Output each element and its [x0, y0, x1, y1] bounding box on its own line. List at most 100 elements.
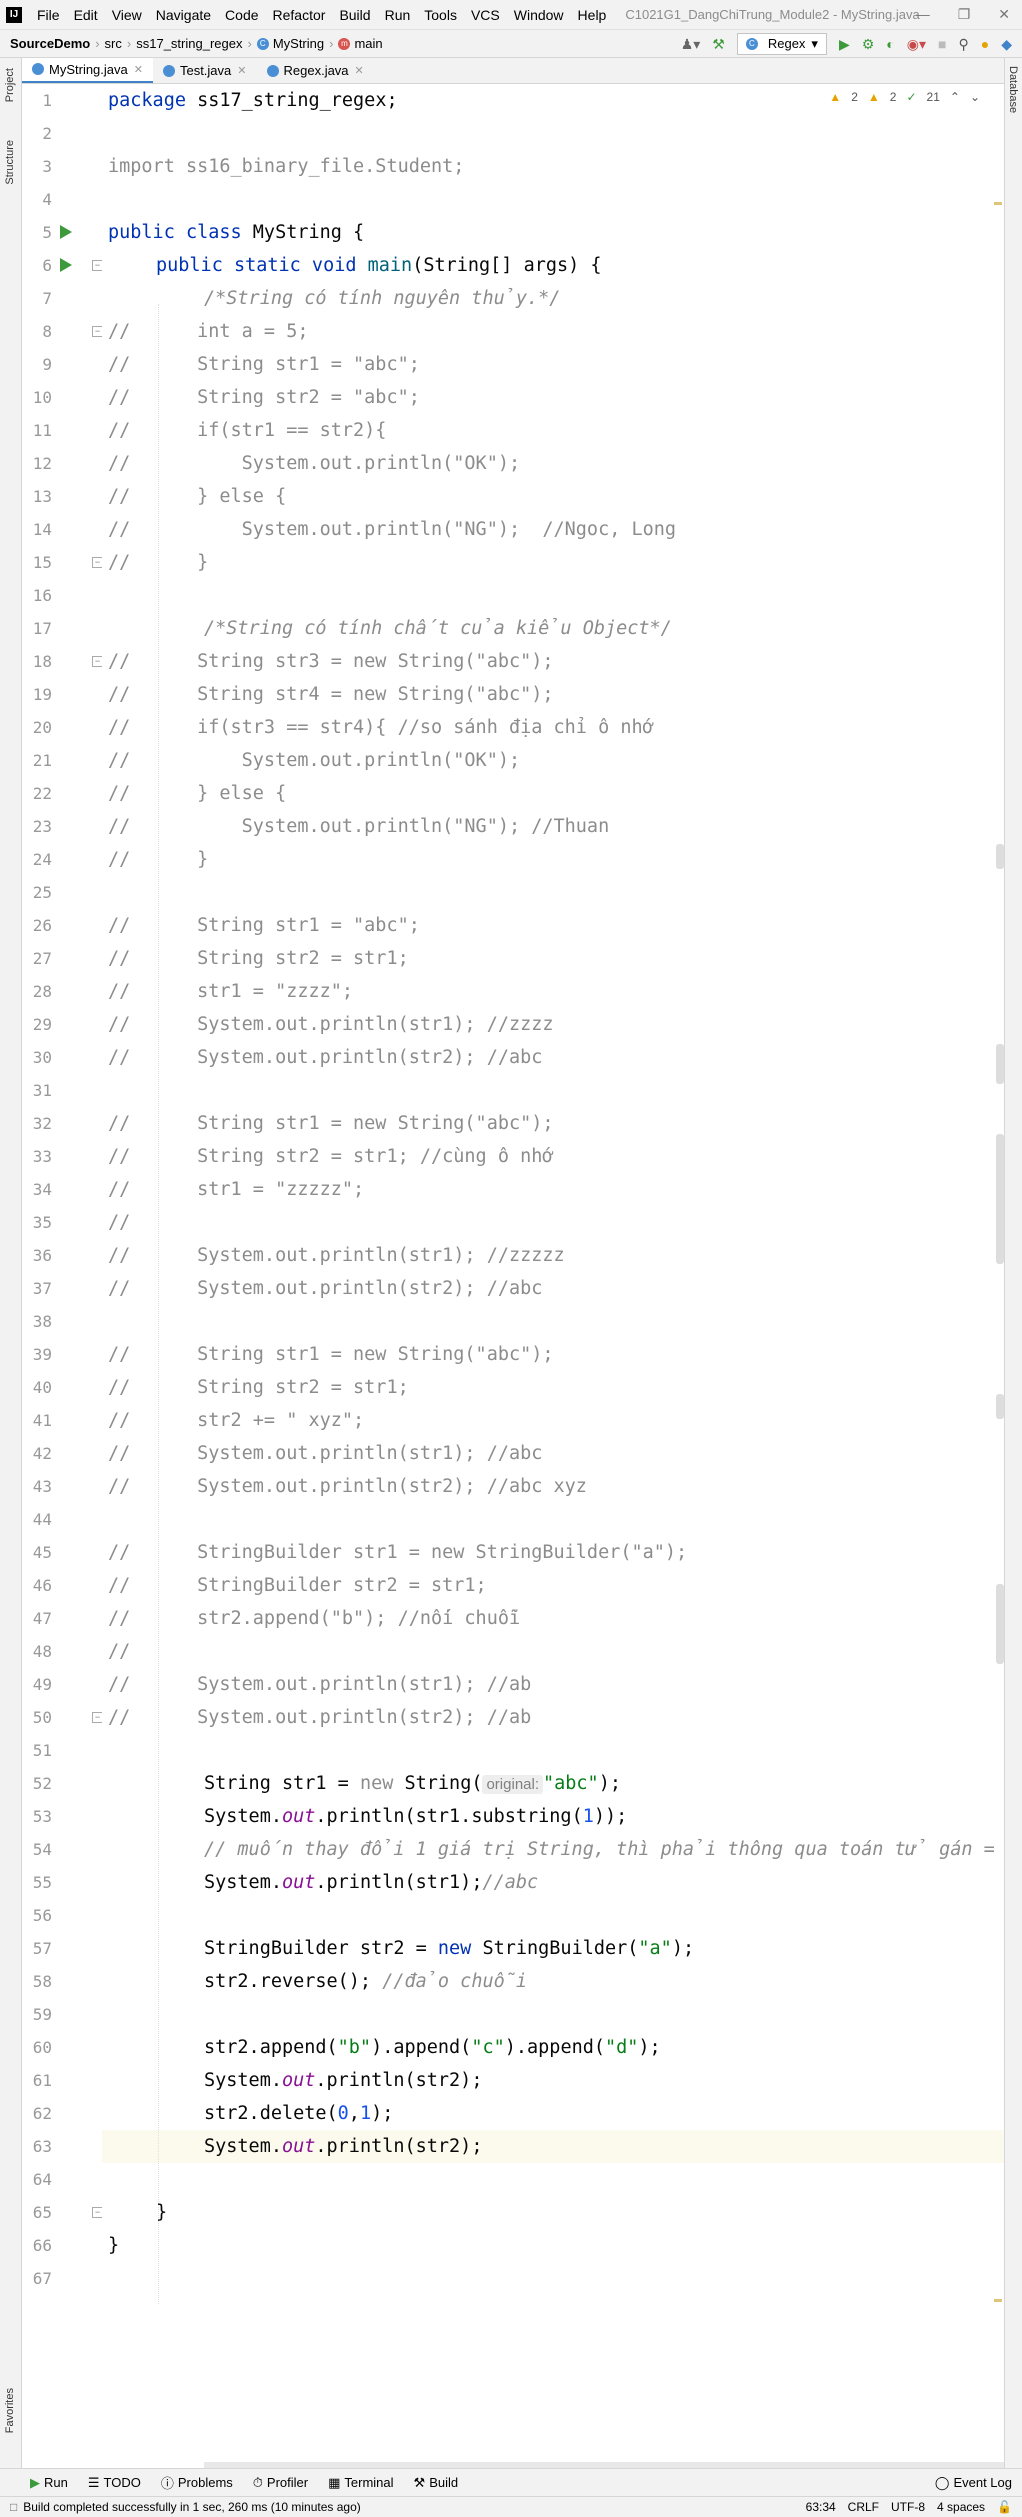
- menu-file[interactable]: File: [30, 7, 67, 23]
- tab-label: MyString.java: [49, 61, 128, 77]
- file-encoding[interactable]: UTF-8: [891, 2500, 925, 2514]
- code-line: System.out.println(str2);: [204, 2130, 482, 2163]
- line-number: 6: [42, 256, 52, 275]
- menu-refactor[interactable]: Refactor: [266, 7, 333, 23]
- line-number: 59: [32, 2005, 52, 2024]
- tab-mystring[interactable]: MyString.java ✕: [22, 58, 153, 83]
- run-config-select[interactable]: C Regex ▾: [736, 32, 827, 55]
- indent-setting[interactable]: 4 spaces: [937, 2500, 985, 2514]
- line-separator[interactable]: CRLF: [848, 2500, 879, 2514]
- code-line: // }: [108, 552, 209, 573]
- run-class-icon[interactable]: [60, 225, 72, 239]
- structure-tool-button[interactable]: Structure: [4, 140, 16, 185]
- coverage-icon[interactable]: ◐: [886, 37, 894, 51]
- event-log-button[interactable]: ◯ Event Log: [935, 2475, 1012, 2491]
- code-line: public static void main(String[] args) {: [156, 249, 602, 282]
- line-number: 22: [32, 784, 52, 803]
- line-number: 25: [32, 883, 52, 902]
- profiler-tool-button[interactable]: ⏱ Profiler: [253, 2475, 308, 2491]
- user-icon[interactable]: ♟▾: [681, 37, 701, 51]
- line-number: 67: [32, 2269, 52, 2288]
- line-number: 3: [42, 157, 52, 176]
- status-message[interactable]: Build completed successfully in 1 sec, 2…: [23, 2500, 361, 2514]
- menu-edit[interactable]: Edit: [67, 7, 105, 23]
- stop-icon[interactable]: ■: [938, 37, 946, 51]
- close-icon[interactable]: ✕: [134, 63, 143, 76]
- code-line: // muốn thay đổi 1 giá trị String, thì p…: [204, 1839, 995, 1860]
- code-editor[interactable]: ▲ 2 ▲ 2 ✓ 21 ⌃ ⌄ package ss17_string_regex;…: [102, 84, 1004, 2468]
- profile-icon[interactable]: ◉▾: [907, 37, 926, 51]
- tab-test[interactable]: Test.java ✕: [153, 58, 257, 83]
- chevron-up-icon[interactable]: ⌃: [950, 90, 960, 104]
- scrollbar-markers[interactable]: [992, 84, 1004, 2468]
- menu-build[interactable]: Build: [332, 7, 377, 23]
- breadcrumb-package[interactable]: ss17_string_regex: [136, 36, 242, 51]
- terminal-tool-button[interactable]: ▦ Terminal: [328, 2475, 393, 2491]
- line-number: 21: [32, 751, 52, 770]
- keyword: public class: [108, 222, 253, 243]
- menu-window[interactable]: Window: [507, 7, 571, 23]
- code-text: );: [638, 2037, 661, 2058]
- code-text: ).append(: [504, 2037, 605, 2058]
- code-text: System.: [204, 1806, 282, 1827]
- list-icon: ☰: [87, 2474, 100, 2490]
- line-number: 23: [32, 817, 52, 836]
- database-tool-button[interactable]: Database: [1007, 66, 1019, 113]
- code-line: str2.append("b").append("c").append("d")…: [204, 2031, 661, 2064]
- string-literal: "b": [337, 2037, 372, 2058]
- chevron-right-icon: ›: [247, 36, 252, 51]
- menu-code[interactable]: Code: [218, 7, 265, 23]
- menu-tools[interactable]: Tools: [417, 7, 464, 23]
- breadcrumb-method[interactable]: main: [354, 36, 382, 51]
- menu-help[interactable]: Help: [571, 7, 614, 23]
- menu-vcs[interactable]: VCS: [464, 7, 507, 23]
- warning-marker[interactable]: [994, 202, 1002, 205]
- line-number: 36: [32, 1246, 52, 1265]
- favorites-tool-button[interactable]: Favorites: [4, 2388, 16, 2433]
- todo-tool-button[interactable]: ☰ TODO: [88, 2475, 141, 2491]
- menu-view[interactable]: View: [105, 7, 149, 23]
- code-text: ).append(: [371, 2037, 472, 2058]
- line-number: 40: [32, 1378, 52, 1397]
- problems-tool-button[interactable]: ⓘ Problems: [161, 2473, 233, 2492]
- ide-logo-icon[interactable]: ◆: [1001, 37, 1012, 51]
- run-main-icon[interactable]: [60, 258, 72, 272]
- code-text: System.: [204, 2070, 282, 2091]
- project-tool-button[interactable]: Project: [4, 68, 16, 102]
- search-icon[interactable]: ⚲: [958, 37, 968, 51]
- build-tool-button[interactable]: ⚒ Build: [414, 2475, 459, 2491]
- menu-navigate[interactable]: Navigate: [149, 7, 218, 23]
- close-icon[interactable]: ✕: [355, 64, 364, 77]
- run-icon[interactable]: ▶: [839, 37, 850, 51]
- minimize-icon[interactable]: —: [916, 6, 930, 23]
- hammer-icon[interactable]: ⚒: [712, 37, 725, 51]
- line-number: 16: [32, 586, 52, 605]
- code-line: // System.out.println(str1); //zzzz: [108, 1014, 554, 1035]
- debug-icon[interactable]: ⚙: [862, 37, 875, 51]
- tool-label: Run: [44, 2475, 68, 2490]
- code-line: // System.out.println(str1); //zzzzz: [108, 1245, 565, 1266]
- line-number: 38: [32, 1312, 52, 1331]
- update-icon[interactable]: ●: [981, 37, 989, 51]
- breadcrumb-project[interactable]: SourceDemo: [10, 36, 90, 51]
- tab-regex[interactable]: Regex.java ✕: [257, 58, 374, 83]
- breadcrumb-src[interactable]: src: [105, 36, 122, 51]
- caret-position[interactable]: 63:34: [806, 2500, 836, 2514]
- code-text: ));: [593, 1806, 628, 1827]
- chevron-down-icon: ▾: [811, 35, 818, 51]
- chevron-down-icon[interactable]: ⌄: [970, 90, 980, 104]
- warning-marker[interactable]: [994, 2299, 1002, 2302]
- maximize-icon[interactable]: ❐: [958, 6, 971, 23]
- lock-icon[interactable]: 🔓: [997, 2500, 1012, 2514]
- inspection-widget[interactable]: ▲ 2 ▲ 2 ✓ 21 ⌃ ⌄: [829, 90, 980, 104]
- code-line: // String str1 = new String("abc");: [108, 1113, 554, 1134]
- close-icon[interactable]: ✕: [237, 64, 246, 77]
- code-text: System.: [204, 1872, 282, 1893]
- terminal-icon: ▦: [328, 2474, 341, 2490]
- code-line: // System.out.println(str1); //abc: [108, 1443, 543, 1464]
- line-number: 42: [32, 1444, 52, 1463]
- menu-run[interactable]: Run: [378, 7, 418, 23]
- close-icon[interactable]: ✕: [998, 6, 1010, 23]
- run-tool-button[interactable]: ▶ Run: [30, 2475, 68, 2491]
- breadcrumb-class[interactable]: MyString: [273, 36, 324, 51]
